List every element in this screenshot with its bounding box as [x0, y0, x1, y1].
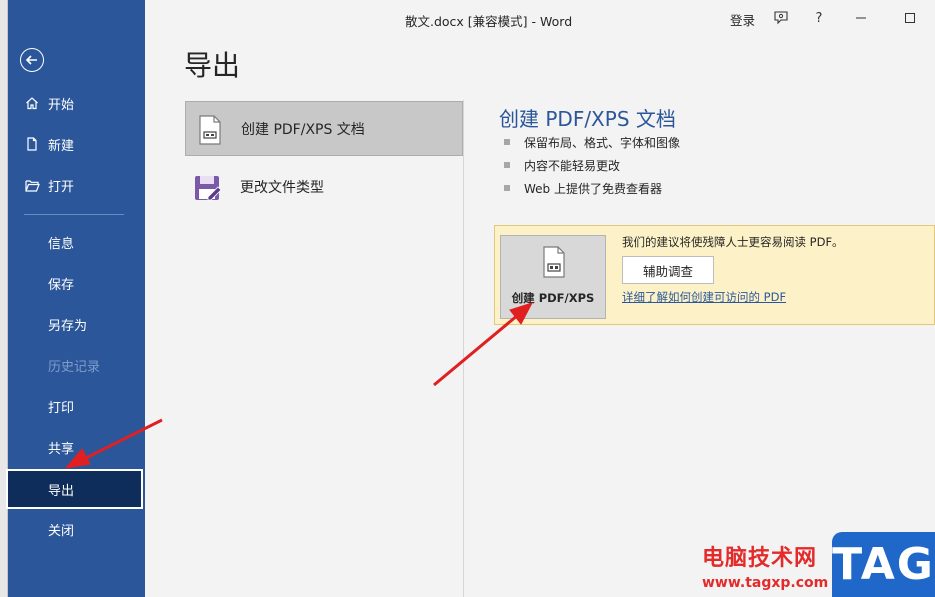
sidebar-item-save[interactable]: 保存: [8, 263, 145, 303]
save-as-type-icon: [193, 172, 225, 204]
create-pdf-xps-button[interactable]: 创建 PDF/XPS: [500, 235, 606, 319]
sidebar-item-label: 保存: [48, 277, 75, 293]
sidebar-item-history: 历史记录: [8, 345, 145, 385]
sidebar-item-new[interactable]: 新建: [8, 124, 145, 164]
watermark-url: www.tagxp.com: [702, 575, 829, 591]
option-create-pdf-xps[interactable]: 创建 PDF/XPS 文档: [185, 101, 463, 156]
sidebar-item-info[interactable]: 信息: [8, 222, 145, 262]
feature-bullet: 保留布局、格式、字体和图像: [504, 134, 680, 151]
home-icon: [24, 95, 40, 111]
help-icon[interactable]: ?: [809, 8, 829, 28]
sidebar-item-save-as[interactable]: 另存为: [8, 304, 145, 344]
feedback-icon[interactable]: [771, 8, 791, 28]
sidebar-divider: [24, 214, 124, 215]
option-change-file-type[interactable]: 更改文件类型: [185, 160, 463, 215]
create-button-label: 创建 PDF/XPS: [511, 291, 595, 305]
feature-bullet: 内容不能轻易更改: [504, 157, 620, 174]
sidebar-item-home[interactable]: 开始: [8, 83, 145, 123]
sidebar-item-label: 新建: [48, 138, 75, 154]
watermark-logo: TAG: [832, 532, 935, 597]
check-accessibility-button[interactable]: 辅助调查: [622, 256, 714, 284]
feature-bullet: Web 上提供了免费查看器: [504, 180, 662, 197]
back-button[interactable]: [20, 48, 44, 72]
option-label: 创建 PDF/XPS 文档: [241, 122, 365, 138]
sidebar-item-export[interactable]: 导出: [6, 469, 143, 509]
page-title: 导出: [184, 49, 241, 82]
sidebar-item-label: 关闭: [48, 523, 75, 539]
sidebar-item-print[interactable]: 打印: [8, 386, 145, 426]
sign-in-link[interactable]: 登录: [730, 10, 755, 29]
sidebar-item-close[interactable]: 关闭: [8, 509, 145, 549]
detail-title: 创建 PDF/XPS 文档: [499, 107, 676, 131]
option-label: 更改文件类型: [240, 180, 324, 196]
backstage-sidebar: 开始 新建 打开 信息 保存 另存为 历史记录 打印 共享 导出 关闭: [6, 0, 145, 597]
accessibility-info-box: 创建 PDF/XPS 我们的建议将使残障人士更容易阅读 PDF。 辅助调查 详细…: [494, 225, 935, 325]
pdf-document-icon: [543, 246, 565, 278]
watermark-text: 电脑技术网: [702, 546, 818, 571]
panel-divider: [463, 100, 464, 597]
sidebar-item-label: 打印: [48, 400, 75, 416]
window-title: 散文.docx [兼容模式] - Word: [405, 14, 573, 29]
learn-more-link[interactable]: 详细了解如何创建可访问的 PDF: [622, 289, 786, 305]
sidebar-item-label: 另存为: [48, 318, 88, 334]
sidebar-item-label: 信息: [48, 236, 75, 252]
title-bar: 散文.docx [兼容模式] - Word 登录 ?: [145, 0, 935, 36]
pdf-document-icon: [194, 114, 226, 146]
maximize-icon[interactable]: [900, 8, 920, 28]
sidebar-item-label: 共享: [48, 441, 75, 457]
sidebar-item-label: 历史记录: [48, 359, 101, 375]
back-arrow-icon: [25, 55, 37, 65]
sidebar-item-label: 开始: [48, 97, 75, 113]
accessibility-recommendation: 我们的建议将使残障人士更容易阅读 PDF。: [622, 235, 844, 249]
sidebar-item-open[interactable]: 打开: [8, 165, 145, 205]
sidebar-item-label: 导出: [48, 483, 75, 499]
minimize-icon[interactable]: [851, 8, 871, 28]
open-folder-icon: [24, 177, 40, 193]
new-doc-icon: [24, 136, 40, 152]
sidebar-item-share[interactable]: 共享: [8, 427, 145, 467]
sidebar-item-label: 打开: [48, 179, 75, 195]
